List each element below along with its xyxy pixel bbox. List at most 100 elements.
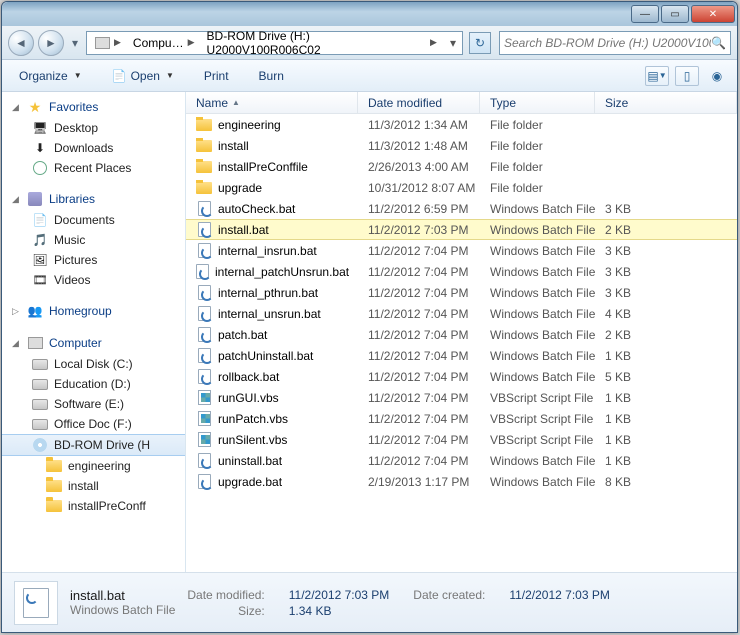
address-bar[interactable]: ▶ Compu… ▶ BD-ROM Drive (H:) U2000V100R0… <box>86 31 463 55</box>
breadcrumb-root[interactable]: ▶ <box>89 32 126 54</box>
collapse-icon[interactable]: ◢ <box>10 338 21 349</box>
chevron-right-icon[interactable]: ▶ <box>430 37 437 48</box>
tree-item-drive[interactable]: Office Doc (F:) <box>2 414 185 434</box>
file-name: patchUninstall.bat <box>218 349 313 363</box>
folder-icon <box>46 498 62 514</box>
tree-item-drive[interactable]: Software (E:) <box>2 394 185 414</box>
preview-pane-button[interactable]: ▯ <box>675 66 699 86</box>
change-view-button[interactable]: ▤ ▼ <box>645 66 669 86</box>
tree-item-folder[interactable]: install <box>2 476 185 496</box>
computer-icon <box>94 35 110 51</box>
computer-label: Computer <box>49 336 102 350</box>
file-name: runSilent.vbs <box>218 433 287 447</box>
file-row[interactable]: upgrade.bat 2/19/2013 1:17 PM Windows Ba… <box>186 471 737 492</box>
file-row[interactable]: upgrade 10/31/2012 8:07 AM File folder <box>186 177 737 198</box>
navigation-pane[interactable]: ◢ ★ Favorites 🖥 Desktop ⬇ Downloads Rece… <box>2 92 186 572</box>
search-input[interactable] <box>504 36 711 50</box>
search-icon[interactable]: 🔍 <box>711 36 726 50</box>
file-row[interactable]: engineering 11/3/2012 1:34 AM File folde… <box>186 114 737 135</box>
favorites-header[interactable]: ◢ ★ Favorites <box>2 96 185 118</box>
file-row[interactable]: rollback.bat 11/2/2012 7:04 PM Windows B… <box>186 366 737 387</box>
file-row[interactable]: runSilent.vbs 11/2/2012 7:04 PM VBScript… <box>186 429 737 450</box>
tree-item-pictures[interactable]: 🖼 Pictures <box>2 250 185 270</box>
tree-item-music[interactable]: 🎵 Music <box>2 230 185 250</box>
refresh-button[interactable]: ↻ <box>469 32 491 54</box>
file-row[interactable]: internal_pthrun.bat 11/2/2012 7:04 PM Wi… <box>186 282 737 303</box>
tree-item-folder[interactable]: engineering <box>2 456 185 476</box>
file-row[interactable]: install.bat 11/2/2012 7:03 PM Windows Ba… <box>186 219 737 240</box>
burn-button[interactable]: Burn <box>250 65 293 87</box>
search-box[interactable]: 🔍 <box>499 31 731 55</box>
file-row[interactable]: install 11/3/2012 1:48 AM File folder <box>186 135 737 156</box>
print-button[interactable]: Print <box>195 65 238 87</box>
col-date[interactable]: Date modified <box>358 92 480 113</box>
file-name: internal_unsrun.bat <box>218 307 321 321</box>
bat-icon <box>196 264 209 280</box>
breadcrumb-drive[interactable]: BD-ROM Drive (H:) U2000V100R006C02 ▶ <box>202 32 442 54</box>
minimize-button[interactable]: — <box>631 5 659 23</box>
file-size: 1 KB <box>595 391 737 405</box>
back-button[interactable]: ◄ <box>8 30 34 56</box>
tree-item-downloads[interactable]: ⬇ Downloads <box>2 138 185 158</box>
address-dropdown-icon[interactable]: ▾ <box>446 36 460 50</box>
chevron-right-icon[interactable]: ▶ <box>114 37 121 48</box>
file-row[interactable]: autoCheck.bat 11/2/2012 6:59 PM Windows … <box>186 198 737 219</box>
collapse-icon[interactable]: ◢ <box>10 102 21 113</box>
folder-icon <box>196 180 212 196</box>
help-button[interactable]: ◉ <box>705 66 729 86</box>
file-row[interactable]: installPreConffile 2/26/2013 4:00 AM Fil… <box>186 156 737 177</box>
forward-button[interactable]: ► <box>38 30 64 56</box>
file-row[interactable]: internal_patchUnsrun.bat 11/2/2012 7:04 … <box>186 261 737 282</box>
tree-item-documents[interactable]: 📄 Documents <box>2 210 185 230</box>
tree-item-label: install <box>68 479 99 493</box>
file-row[interactable]: internal_unsrun.bat 11/2/2012 7:04 PM Wi… <box>186 303 737 324</box>
libraries-header[interactable]: ◢ Libraries <box>2 188 185 210</box>
tree-item-desktop[interactable]: 🖥 Desktop <box>2 118 185 138</box>
collapse-icon[interactable]: ◢ <box>10 194 21 205</box>
bat-icon <box>196 474 212 490</box>
col-name[interactable]: Name▲ <box>186 92 358 113</box>
col-size[interactable]: Size <box>595 92 737 113</box>
col-type[interactable]: Type <box>480 92 595 113</box>
explorer-window: — ▭ ✕ ◄ ► ▾ ▶ Compu… ▶ BD-ROM Drive (H:)… <box>1 1 738 633</box>
open-button[interactable]: 📄 Open▼ <box>103 65 183 87</box>
file-row[interactable]: runGUI.vbs 11/2/2012 7:04 PM VBScript Sc… <box>186 387 737 408</box>
expand-icon[interactable]: ▷ <box>10 306 21 317</box>
tree-item-label: Software (E:) <box>54 397 124 411</box>
file-row[interactable]: uninstall.bat 11/2/2012 7:04 PM Windows … <box>186 450 737 471</box>
chevron-right-icon[interactable]: ▶ <box>188 37 195 48</box>
tree-item-drive[interactable]: Education (D:) <box>2 374 185 394</box>
file-row[interactable]: patchUninstall.bat 11/2/2012 7:04 PM Win… <box>186 345 737 366</box>
favorites-group: ◢ ★ Favorites 🖥 Desktop ⬇ Downloads Rece… <box>2 96 185 178</box>
history-dropdown-button[interactable]: ▾ <box>68 30 82 56</box>
tree-item-label: Music <box>54 233 85 247</box>
tree-item-folder[interactable]: installPreConff <box>2 496 185 516</box>
tree-item-drive[interactable]: Local Disk (C:) <box>2 354 185 374</box>
tree-item-label: Videos <box>54 273 90 287</box>
open-icon: 📄 <box>112 69 127 83</box>
tree-item-label: Local Disk (C:) <box>54 357 133 371</box>
breadcrumb-computer[interactable]: Compu… ▶ <box>128 32 200 54</box>
file-list-pane[interactable]: Name▲ Date modified Type Size engineerin… <box>186 92 737 572</box>
titlebar[interactable]: — ▭ ✕ <box>2 2 737 26</box>
homegroup-header[interactable]: ▷ 👥 Homegroup <box>2 300 185 322</box>
file-type: Windows Batch File <box>480 265 595 279</box>
tree-item-videos[interactable]: 🎞 Videos <box>2 270 185 290</box>
close-button[interactable]: ✕ <box>691 5 735 23</box>
tree-item-label: Education (D:) <box>54 377 131 391</box>
organize-button[interactable]: Organize▼ <box>10 65 91 87</box>
maximize-button[interactable]: ▭ <box>661 5 689 23</box>
file-row[interactable]: runPatch.vbs 11/2/2012 7:04 PM VBScript … <box>186 408 737 429</box>
file-date: 11/2/2012 7:04 PM <box>358 265 480 279</box>
computer-header[interactable]: ◢ Computer <box>2 332 185 354</box>
file-type: File folder <box>480 181 595 195</box>
libraries-label: Libraries <box>49 192 95 206</box>
file-size: 8 KB <box>595 475 737 489</box>
tree-item-bdrom[interactable]: BD-ROM Drive (H <box>2 434 185 456</box>
file-date: 11/2/2012 7:03 PM <box>358 223 480 237</box>
file-name: upgrade.bat <box>218 475 282 489</box>
file-name: internal_patchUnsrun.bat <box>215 265 349 279</box>
file-row[interactable]: patch.bat 11/2/2012 7:04 PM Windows Batc… <box>186 324 737 345</box>
tree-item-recent places[interactable]: Recent Places <box>2 158 185 178</box>
file-row[interactable]: internal_insrun.bat 11/2/2012 7:04 PM Wi… <box>186 240 737 261</box>
